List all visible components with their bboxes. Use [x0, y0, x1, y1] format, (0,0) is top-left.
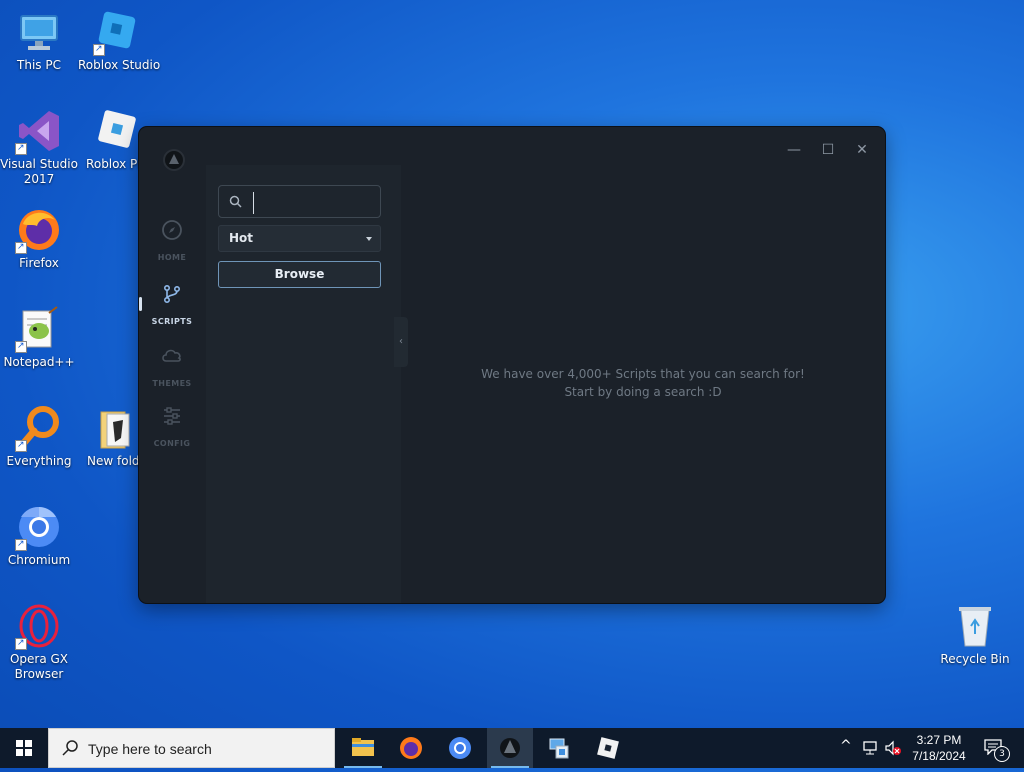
- chromium-icon: [449, 737, 471, 759]
- folder-icon: [352, 738, 374, 756]
- nav-item-label: CONFIG: [153, 439, 191, 448]
- clock-date: 7/18/2024: [912, 749, 966, 763]
- desktop-icon-this-pc[interactable]: This PC: [0, 8, 78, 73]
- active-nav-indicator: [139, 297, 142, 311]
- desktop-icon-label: Opera GX Browser: [9, 652, 69, 681]
- minimize-button[interactable]: —: [780, 139, 808, 161]
- roblox-studio-icon: [93, 8, 141, 57]
- recycle-bin-icon: [951, 602, 999, 650]
- git-branch-icon: [163, 284, 181, 304]
- taskbar-script-hub[interactable]: [487, 728, 533, 768]
- desktop-icon-label: Recycle Bin: [940, 652, 1010, 666]
- taskbar-search-box[interactable]: Type here to search: [48, 728, 335, 768]
- desktop-icon-label: Visual Studio 2017: [0, 157, 78, 186]
- taskbar: Type here to search ^ 3:27 PM 7/18/2024 …: [0, 728, 1024, 768]
- taskbar-control-panel[interactable]: [536, 728, 582, 768]
- sliders-icon: [164, 407, 180, 425]
- desktop-icon-opera-gx[interactable]: Opera GX Browser: [0, 602, 78, 682]
- desktop-icon-chromium[interactable]: Chromium: [0, 503, 78, 568]
- desktop-icon-label: Chromium: [7, 553, 71, 567]
- browse-button[interactable]: Browse: [218, 261, 381, 288]
- shortcut-arrow-icon: [93, 42, 105, 57]
- desktop-icon-label: Roblox Studio: [78, 58, 161, 72]
- nav-item-scripts[interactable]: SCRIPTS: [139, 275, 205, 335]
- maximize-button[interactable]: ☐: [814, 139, 842, 161]
- taskbar-search-placeholder: Type here to search: [88, 741, 212, 757]
- chevron-down-icon: [366, 237, 372, 241]
- desktop-icon-visual-studio[interactable]: Visual Studio 2017: [0, 107, 78, 187]
- nav-item-themes[interactable]: THEMES: [139, 337, 205, 397]
- app-logo: [163, 149, 185, 171]
- chromium-icon: [15, 503, 63, 552]
- firefox-icon: [400, 737, 422, 759]
- scripts-panel: Hot Browse: [206, 165, 401, 603]
- notification-count-badge: 3: [994, 746, 1010, 762]
- firefox-icon: [15, 206, 63, 255]
- desktop-icon-label: Everything: [6, 454, 72, 468]
- nav-item-home[interactable]: HOME: [139, 211, 205, 271]
- nav-item-config[interactable]: CONFIG: [139, 397, 205, 457]
- compass-icon: [162, 220, 182, 240]
- taskbar-firefox[interactable]: [388, 728, 434, 768]
- script-search-input[interactable]: [253, 192, 378, 214]
- desktop-icon-label: Notepad++: [3, 355, 75, 369]
- visual-studio-icon: [15, 107, 63, 156]
- script-hub-window: — ☐ ✕ HOME SCRIPTS THEMES CONFIG Hot Bro…: [139, 127, 885, 603]
- opera-gx-icon: [15, 602, 63, 651]
- nav-rail: HOME SCRIPTS THEMES CONFIG: [139, 191, 205, 603]
- taskbar-roblox[interactable]: [585, 728, 631, 768]
- windows-logo-icon: [16, 740, 32, 756]
- desktop-icon-recycle-bin[interactable]: Recycle Bin: [936, 602, 1014, 667]
- taskbar-file-explorer[interactable]: [340, 728, 386, 768]
- empty-state-line2: Start by doing a search :D: [564, 385, 722, 399]
- shortcut-arrow-icon: [15, 240, 27, 255]
- taskbar-chromium[interactable]: [437, 728, 483, 768]
- roblox-icon: [597, 737, 619, 759]
- computer-icon: [15, 8, 63, 56]
- shortcut-arrow-icon: [15, 537, 27, 552]
- search-icon: [229, 195, 242, 208]
- sort-dropdown-value: Hot: [229, 231, 254, 245]
- sort-dropdown[interactable]: Hot: [218, 225, 381, 252]
- shortcut-arrow-icon: [15, 339, 27, 354]
- system-tray: ^: [836, 728, 901, 768]
- start-button[interactable]: [0, 728, 48, 768]
- clock-time: 3:27 PM: [916, 733, 962, 747]
- close-button[interactable]: ✕: [848, 139, 876, 161]
- nav-item-label: SCRIPTS: [151, 317, 193, 326]
- search-icon: [62, 740, 78, 756]
- desktop-icon-label: Firefox: [19, 256, 59, 270]
- everything-search-icon: [15, 404, 63, 453]
- roblox-player-icon: [93, 107, 141, 155]
- nav-item-label: HOME: [157, 253, 187, 262]
- chevron-left-icon: ‹: [399, 336, 403, 347]
- shortcut-arrow-icon: [15, 636, 27, 651]
- desktop-icon-notepadpp[interactable]: Notepad++: [0, 305, 78, 370]
- cloud-icon: [162, 349, 181, 362]
- desktop-icon-firefox[interactable]: Firefox: [0, 206, 78, 271]
- empty-state-message: We have over 4,000+ Scripts that you can…: [401, 365, 885, 401]
- chevron-up-icon[interactable]: ^: [840, 738, 852, 754]
- settings-app-icon: [549, 738, 569, 759]
- script-search-box[interactable]: [218, 185, 381, 218]
- notification-center-button[interactable]: 3: [980, 728, 1020, 768]
- taskbar-clock[interactable]: 3:27 PM 7/18/2024: [900, 732, 978, 764]
- notepadpp-icon: [15, 305, 63, 354]
- empty-state-line1: We have over 4,000+ Scripts that you can…: [481, 367, 805, 381]
- desktop-icon-roblox-studio[interactable]: Roblox Studio: [78, 8, 161, 73]
- desktop-icon-everything[interactable]: Everything: [0, 404, 78, 469]
- collapse-panel-button[interactable]: ‹: [394, 317, 408, 367]
- folder-icon: [93, 404, 141, 452]
- network-icon[interactable]: [862, 740, 878, 756]
- nav-item-label: THEMES: [152, 379, 192, 388]
- desktop-icon-label: This PC: [17, 58, 61, 72]
- shortcut-arrow-icon: [15, 438, 27, 453]
- shortcut-arrow-icon: [15, 141, 27, 156]
- app-logo-icon: [500, 738, 520, 758]
